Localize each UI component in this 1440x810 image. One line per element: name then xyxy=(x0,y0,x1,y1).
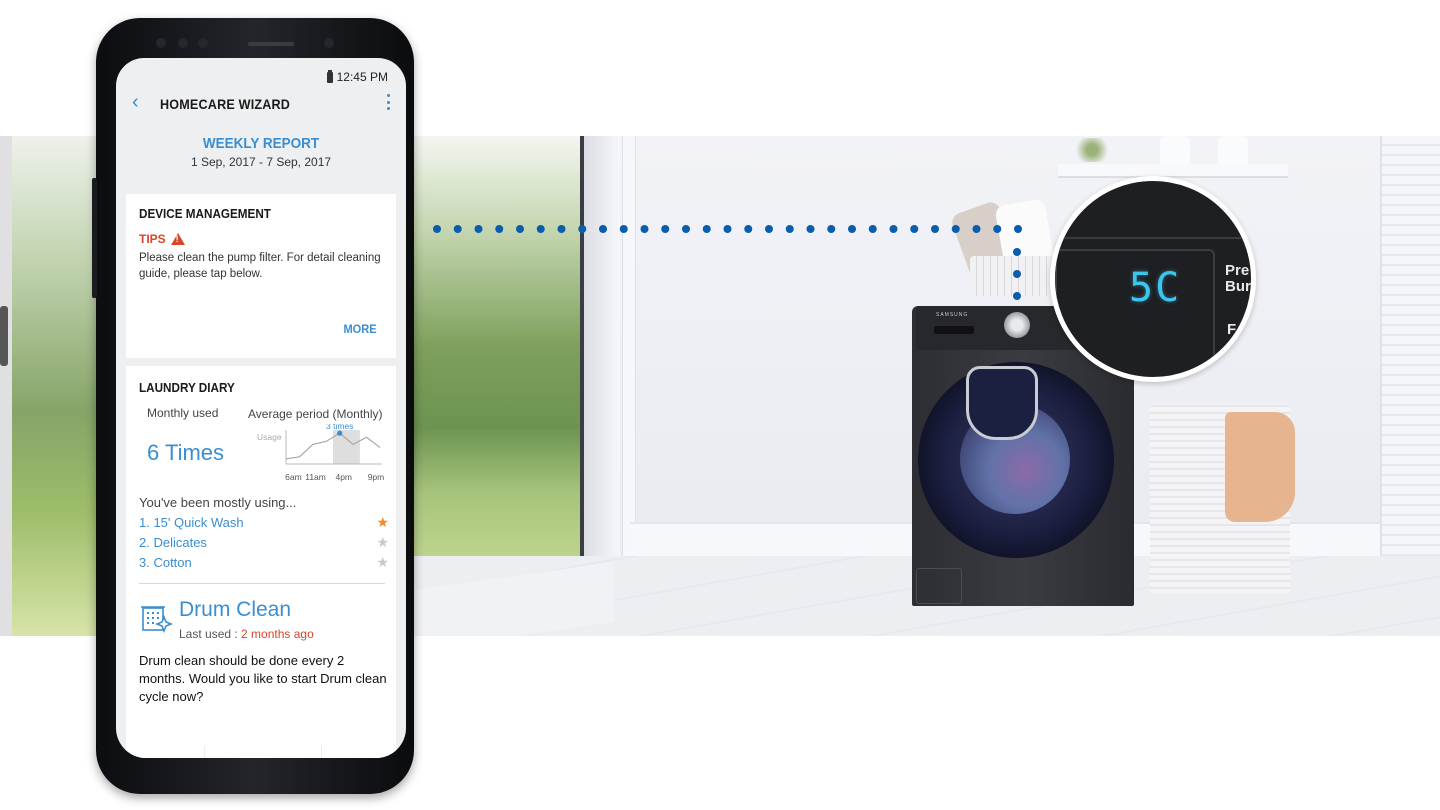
monthly-used-label: Monthly used xyxy=(147,406,219,420)
tips-header: TIPS xyxy=(139,232,185,246)
garden-window xyxy=(414,136,584,606)
last-used-value: 2 months ago xyxy=(241,627,314,641)
star-empty-icon: ★ xyxy=(376,554,389,570)
drum-clean-description: Drum clean should be done every 2 months… xyxy=(139,653,387,704)
usage-chart-svg: 3 times Usage 6am 11am 4pm 9pm xyxy=(257,421,384,482)
device-management-card: DEVICE MANAGEMENT TIPS Please clean the … xyxy=(126,194,396,358)
panel-label-line: Pre xyxy=(1225,262,1250,279)
panel-label-line: F xyxy=(1227,321,1237,338)
more-vertical-icon[interactable] xyxy=(384,94,392,110)
addwash-door xyxy=(966,366,1038,440)
error-code-display: 5C xyxy=(1129,265,1182,311)
card-title: LAUNDRY DIARY xyxy=(139,380,235,395)
front-sensor xyxy=(178,38,188,48)
wall-shelf xyxy=(1058,164,1288,178)
last-used-label: Last used : xyxy=(179,627,242,641)
chart-peak-point xyxy=(337,430,343,436)
program-label: 2. Delicates xyxy=(139,535,207,550)
more-button[interactable]: MORE xyxy=(343,322,376,336)
tips-label: TIPS xyxy=(139,232,166,246)
divider xyxy=(139,583,385,584)
chart-peak-label: 3 times xyxy=(326,424,353,431)
warning-icon xyxy=(170,233,185,245)
panel-edge xyxy=(1055,237,1251,239)
front-sensor xyxy=(198,38,208,48)
average-period-label: Average period (Monthly) xyxy=(248,407,383,421)
card-title: DEVICE MANAGEMENT xyxy=(139,206,271,221)
washer-dial xyxy=(1004,312,1030,338)
program-item[interactable]: 3. Cotton ★ xyxy=(139,555,389,570)
chart-x-tick-label: 6am xyxy=(285,472,302,482)
report-title: WEEKLY REPORT xyxy=(202,135,320,152)
left-window-view xyxy=(12,136,102,636)
phone-side-button xyxy=(92,178,97,298)
chart-x-tick-label: 4pm xyxy=(335,472,352,482)
door-handle xyxy=(0,306,8,366)
tips-text: Please clean the pump filter. For detail… xyxy=(139,252,381,280)
front-sensor xyxy=(156,38,166,48)
earpiece xyxy=(248,42,294,46)
start-button-area: START xyxy=(204,746,322,758)
app-screen: 12:45 PM ‹ HOMECARE WIZARD WEEKLY REPORT… xyxy=(116,58,406,758)
display-zoom-callout: 5C Pre Bur F xyxy=(1050,176,1256,382)
smartphone: 12:45 PM ‹ HOMECARE WIZARD WEEKLY REPORT… xyxy=(92,18,414,794)
louvered-shutter xyxy=(1380,136,1440,556)
usage-chart: 3 times Usage 6am 11am 4pm 9pm xyxy=(244,421,384,488)
chart-y-label: Usage xyxy=(257,432,282,442)
mostly-using-label: You've been mostly using... xyxy=(139,495,297,510)
front-camera xyxy=(324,38,334,48)
drum-clean-title: Drum Clean xyxy=(179,598,292,621)
chart-x-tick-label: 9pm xyxy=(368,472,384,482)
app-title: HOMECARE WIZARD xyxy=(160,96,291,112)
washer-brand: SAMSUNG xyxy=(936,312,969,318)
status-time: 12:45 PM xyxy=(336,70,388,84)
last-used: Last used : 2 months ago xyxy=(179,627,314,641)
chart-x-tick-label: 11am xyxy=(305,472,326,482)
filter-hatch xyxy=(916,568,962,604)
vase xyxy=(1218,136,1248,164)
monthly-used-value: 6 Times xyxy=(147,440,225,465)
program-item[interactable]: 2. Delicates ★ xyxy=(139,535,389,550)
report-date-range: 1 Sep, 2017 - 7 Sep, 2017 xyxy=(190,155,332,169)
door-frame xyxy=(622,136,636,556)
plant xyxy=(1068,138,1116,162)
status-bar: 12:45 PM xyxy=(326,69,388,84)
vase xyxy=(1160,136,1190,164)
app-header: ‹ HOMECARE WIZARD xyxy=(116,88,406,128)
star-filled-icon: ★ xyxy=(376,514,389,530)
panel-label: Pre Bur xyxy=(1225,263,1251,295)
window-frame xyxy=(584,136,620,566)
program-label: 1. 15' Quick Wash xyxy=(139,515,244,530)
panel-label-line: Bur xyxy=(1225,278,1251,295)
left-wall xyxy=(0,136,12,636)
hamper-cloth xyxy=(1225,412,1295,522)
program-item[interactable]: 1. 15' Quick Wash ★ xyxy=(139,515,389,530)
chevron-left-icon[interactable]: ‹ xyxy=(132,92,139,112)
laundry-diary-card: LAUNDRY DIARY Monthly used 6 Times Avera… xyxy=(126,366,396,758)
battery-icon xyxy=(326,69,333,83)
detergent-drawer xyxy=(934,326,974,334)
drum-clean-icon xyxy=(141,606,172,634)
star-empty-icon: ★ xyxy=(376,534,389,550)
program-label: 3. Cotton xyxy=(139,555,192,570)
